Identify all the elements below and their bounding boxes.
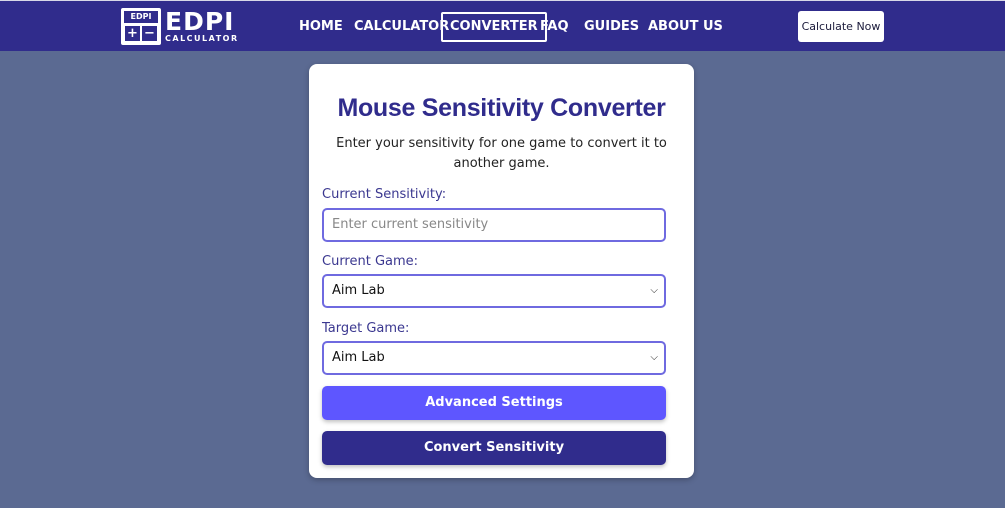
current-game-value: Aim Lab [332,283,385,298]
nav-item-home[interactable]: HOME [299,12,343,42]
convert-sensitivity-button[interactable]: Convert Sensitivity [322,431,666,465]
chevron-down-icon: ⌵ [650,352,658,363]
target-game-select[interactable]: Aim Lab ⌵ [322,341,666,375]
chevron-down-icon: ⌵ [650,285,658,296]
page-title: Mouse Sensitivity Converter [337,94,666,122]
nav-item-faq[interactable]: FAQ [540,12,569,42]
nav-item-converter[interactable]: CONVERTER [441,12,547,42]
site-logo[interactable]: EDPI + − EDPI CALCULATOR [121,8,239,45]
converter-card: Mouse Sensitivity Converter Enter your s… [309,64,694,478]
logo-title: EDPI [165,6,235,36]
calculator-logo-icon: EDPI + − [121,8,161,45]
converter-description: Enter your sensitivity for one game to c… [336,136,667,171]
target-game-label: Target Game: [322,321,410,336]
logo-plus-key: + [125,26,140,41]
target-game-value: Aim Lab [332,350,385,365]
logo-wordmark: EDPI CALCULATOR [165,6,239,44]
logo-minus-key: − [142,26,157,41]
nav-item-calculator[interactable]: CALCULATOR [354,12,449,42]
current-sensitivity-placeholder: Enter current sensitivity [332,217,489,232]
calculate-now-button[interactable]: Calculate Now [798,11,884,42]
current-sensitivity-label: Current Sensitivity: [322,187,447,202]
nav-item-about-us[interactable]: ABOUT US [648,12,723,42]
logo-badge-text: EDPI [124,11,158,23]
nav-item-guides[interactable]: GUIDES [584,12,639,42]
current-sensitivity-input[interactable]: Enter current sensitivity [322,208,666,242]
logo-subtitle: CALCULATOR [165,33,239,43]
current-game-label: Current Game: [322,254,419,269]
advanced-settings-button[interactable]: Advanced Settings [322,386,666,420]
current-game-select[interactable]: Aim Lab ⌵ [322,274,666,308]
top-navbar: EDPI + − EDPI CALCULATOR HOME CALCULATOR… [0,0,1005,51]
